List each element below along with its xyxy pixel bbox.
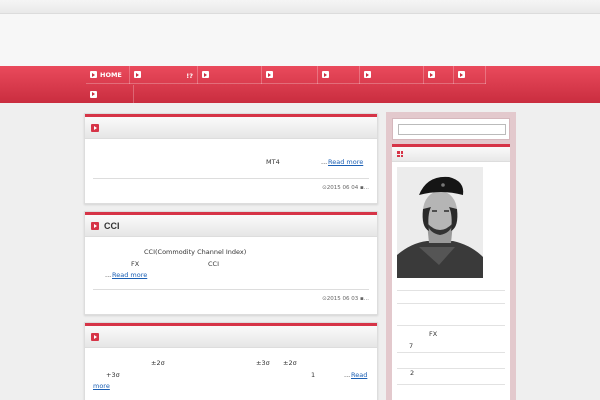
profile-text: FX bbox=[429, 330, 438, 338]
widget-divider bbox=[397, 384, 505, 385]
post-header: CCI bbox=[85, 212, 377, 237]
nav-row-1: HOME !? bbox=[86, 65, 486, 84]
grid-icon bbox=[397, 151, 403, 157]
divider bbox=[93, 289, 369, 290]
ellipsis: ... bbox=[321, 158, 328, 166]
nav-item-4[interactable] bbox=[262, 65, 318, 84]
nav-item-5[interactable] bbox=[318, 65, 360, 84]
widget-divider bbox=[397, 303, 505, 304]
post-excerpt-fragment: 1 bbox=[311, 371, 316, 379]
portrait-image bbox=[397, 167, 483, 278]
post-excerpt-fragment: ±2σ bbox=[283, 359, 297, 367]
post-excerpt-fragment: +3σ bbox=[106, 371, 120, 379]
profile-photo bbox=[397, 167, 483, 278]
arrow-icon bbox=[428, 71, 435, 78]
arrow-icon bbox=[364, 71, 371, 78]
arrow-icon bbox=[266, 71, 273, 78]
read-more-link[interactable]: more bbox=[93, 382, 110, 390]
post-excerpt-fragment: ±2σ bbox=[151, 359, 165, 367]
post-header bbox=[85, 323, 377, 348]
post-arrow-icon bbox=[91, 123, 99, 132]
read-more-link[interactable]: Read more bbox=[328, 158, 363, 166]
nav-row-2 bbox=[86, 85, 134, 103]
nav-item-6[interactable] bbox=[360, 65, 424, 84]
nav-item-9[interactable] bbox=[86, 85, 134, 103]
post-excerpt-line: CCI bbox=[208, 260, 219, 268]
site-header bbox=[0, 14, 600, 66]
read-more-link[interactable]: Read bbox=[351, 371, 367, 379]
widget-divider bbox=[397, 290, 505, 291]
search-input[interactable] bbox=[398, 124, 506, 135]
arrow-icon bbox=[90, 90, 97, 98]
ellipsis: ... bbox=[105, 271, 112, 279]
widget-divider bbox=[397, 325, 505, 326]
global-nav: HOME !? bbox=[0, 65, 600, 103]
widget-divider bbox=[397, 352, 505, 353]
nav-item-7[interactable] bbox=[424, 65, 454, 84]
post-excerpt: MT4 bbox=[266, 158, 280, 166]
read-more-link[interactable]: Read more bbox=[112, 271, 147, 279]
profile-text: 7 bbox=[409, 342, 414, 350]
search-widget bbox=[392, 118, 510, 140]
arrow-icon bbox=[202, 71, 209, 78]
nav-item-3[interactable] bbox=[198, 65, 262, 84]
top-bar bbox=[0, 0, 600, 14]
post-arrow-icon bbox=[91, 221, 99, 230]
profile-widget: FX 7 2 bbox=[392, 144, 510, 400]
arrow-icon bbox=[90, 71, 97, 78]
post-excerpt-fragment: ±3σ bbox=[256, 359, 270, 367]
profile-text: 2 bbox=[410, 369, 415, 377]
nav-item-2[interactable]: !? bbox=[130, 65, 198, 84]
post-arrow-icon bbox=[91, 332, 99, 341]
nav-item-8[interactable] bbox=[454, 65, 486, 84]
post-title[interactable]: CCI bbox=[104, 221, 120, 231]
ellipsis: ... bbox=[344, 371, 351, 379]
post-header bbox=[85, 114, 377, 139]
nav-item-home[interactable]: HOME bbox=[86, 65, 130, 84]
post-card: CCI CCI(Commodity Channel Index) FX CCI … bbox=[84, 211, 378, 315]
widget-header bbox=[392, 147, 510, 162]
post-card: MT4 ... Read more ⊙2015 06 04 ▪... bbox=[84, 113, 378, 204]
post-card: ±2σ ±3σ ±2σ +3σ 1 ... Read more bbox=[84, 322, 378, 400]
post-meta: ⊙2015 06 03 ▪... bbox=[322, 296, 369, 302]
post-excerpt-line: CCI(Commodity Channel Index) bbox=[144, 248, 247, 256]
arrow-icon bbox=[322, 71, 329, 78]
sidebar: FX 7 2 bbox=[386, 112, 516, 400]
arrow-icon bbox=[458, 71, 465, 78]
post-meta: ⊙2015 06 04 ▪... bbox=[322, 185, 369, 191]
divider bbox=[93, 178, 369, 179]
arrow-icon bbox=[134, 71, 141, 78]
post-excerpt-line: FX bbox=[131, 260, 140, 268]
